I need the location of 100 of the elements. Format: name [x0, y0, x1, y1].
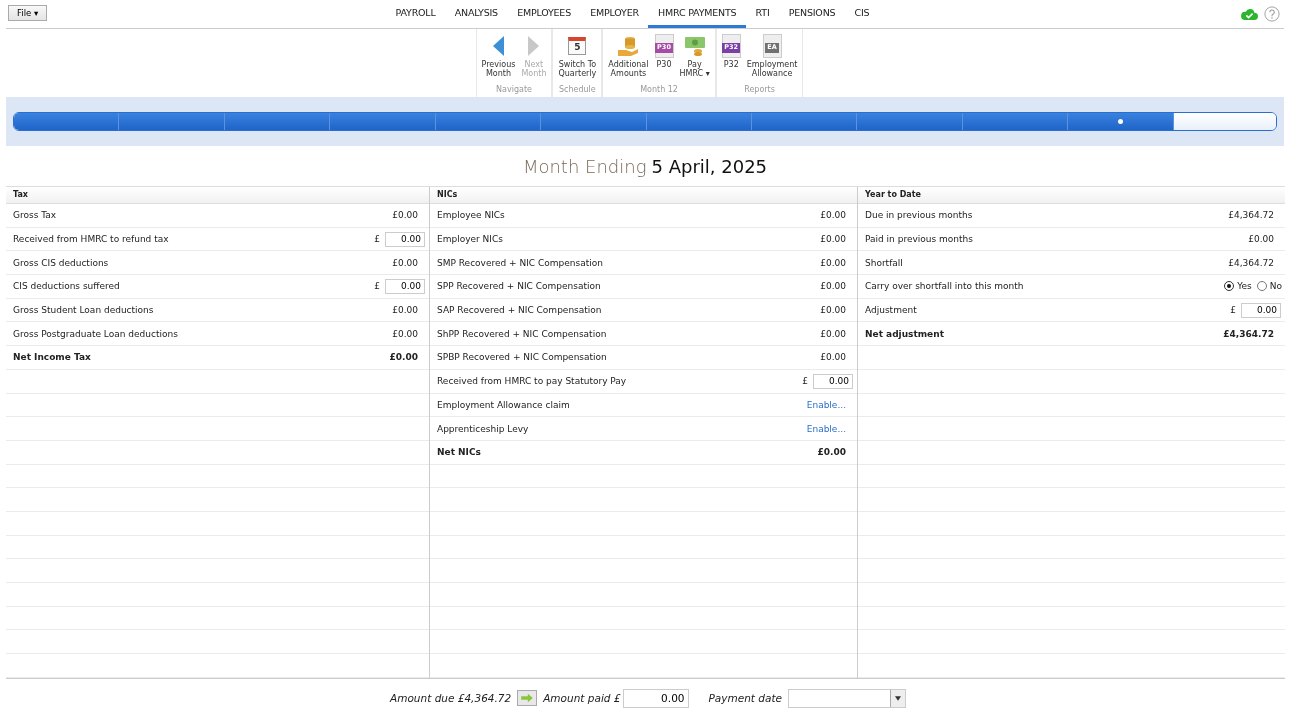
row-label: Carry over shortfall into this month	[865, 281, 1024, 292]
right-arrow-icon	[520, 693, 535, 704]
row-label: Net Income Tax	[13, 352, 91, 363]
ribbon-group-label: Reports	[743, 84, 776, 96]
help-icon[interactable]	[1264, 6, 1280, 22]
amount-input[interactable]: 0.00	[385, 278, 425, 294]
row-label: SMP Recovered + NIC Compensation	[437, 257, 603, 268]
row-value: £4,364.72	[1228, 257, 1274, 268]
row-value: £4,364.72	[1223, 328, 1274, 339]
row-label: Received from HMRC to refund tax	[13, 234, 169, 245]
radio-option[interactable]: Yes	[1224, 281, 1252, 292]
row-label: Adjustment	[865, 305, 917, 316]
currency-symbol: £	[374, 234, 380, 245]
row-value: £0.00	[820, 234, 846, 245]
nav-tab[interactable]: RTI	[746, 0, 780, 28]
ribbon-group-label: Month 12	[639, 84, 679, 96]
period-segment[interactable]	[330, 113, 436, 130]
row-label: Employee NICs	[437, 210, 505, 221]
amount-paid-input[interactable]: 0.00	[622, 688, 689, 708]
amount-input[interactable]: 0.00	[1241, 302, 1281, 318]
row-value: £0.00	[392, 328, 418, 339]
period-segment[interactable]	[646, 113, 752, 130]
radio-button[interactable]	[1256, 281, 1267, 292]
row-label: Employment Allowance claim	[437, 399, 570, 410]
period-segment[interactable]	[962, 113, 1069, 130]
nav-tab[interactable]: ANALYSIS	[445, 0, 508, 28]
banknote-coins-icon	[682, 34, 707, 58]
row-label: Gross CIS deductions	[13, 257, 109, 268]
period-segment[interactable]	[435, 113, 542, 130]
payment-date-label: Payment date	[708, 692, 782, 705]
ribbon-button[interactable]: 5 Switch To Quarterly	[555, 32, 600, 83]
period-segment[interactable]	[14, 113, 120, 130]
amount-input[interactable]: 0.00	[813, 373, 853, 389]
row-value: £0.00	[820, 281, 846, 292]
row-label: Due in previous months	[865, 210, 973, 221]
nav-tab[interactable]: CIS	[845, 0, 880, 28]
period-segment[interactable]	[119, 113, 225, 130]
row-label: Net NICs	[437, 447, 481, 458]
row-value: £0.00	[392, 210, 418, 221]
ribbon-group-label: Navigate	[495, 84, 533, 96]
row-value: £0.00	[820, 305, 846, 316]
row-label: Gross Postgraduate Loan deductions	[13, 328, 178, 339]
ribbon-button[interactable]: Previous Month	[478, 32, 519, 83]
period-segment[interactable]	[541, 113, 647, 130]
row-value: £0.00	[820, 257, 846, 268]
row-label: Employer NICs	[437, 234, 503, 245]
column-header: Tax	[6, 187, 429, 204]
row-value: £0.00	[820, 210, 846, 221]
ribbon-group-label: Schedule	[558, 84, 597, 96]
period-segment[interactable]	[857, 113, 963, 130]
nav-tab[interactable]: EMPLOYER	[580, 0, 649, 28]
row-label: Net adjustment	[865, 328, 944, 339]
column-header: NICs	[430, 187, 857, 204]
nav-tab[interactable]: PAYROLL	[386, 0, 446, 28]
copy-amount-button[interactable]	[517, 690, 538, 707]
row-label: Paid in previous months	[865, 234, 973, 245]
cloud-check-icon[interactable]	[1240, 7, 1258, 21]
currency-symbol: £	[1230, 305, 1236, 316]
right-arrow-icon	[528, 36, 540, 56]
coins-hand-icon	[616, 34, 641, 58]
row-value: £0.00	[817, 447, 846, 458]
amount-paid-label: Amount paid £	[543, 692, 621, 705]
calendar-icon: 5	[568, 37, 587, 55]
nav-tab[interactable]: EMPLOYEES	[507, 0, 581, 28]
row-label: SPBP Recovered + NIC Compensation	[437, 352, 607, 363]
row-value: £4,364.72	[1228, 210, 1274, 221]
period-segment[interactable]	[751, 113, 858, 130]
payment-date-dropdown[interactable]	[787, 688, 906, 708]
row-value: £0.00	[389, 352, 418, 363]
nav-tab[interactable]: PENSIONS	[779, 0, 845, 28]
row-label: Apprenticeship Levy	[437, 423, 529, 434]
row-value: £0.00	[392, 305, 418, 316]
currency-symbol: £	[802, 376, 808, 387]
row-label: Gross Student Loan deductions	[13, 305, 154, 316]
enable-link[interactable]: Enable...	[806, 423, 846, 434]
ribbon-button[interactable]: Additional Amounts	[605, 32, 652, 83]
row-label: Gross Tax	[13, 210, 57, 221]
period-segment[interactable]	[224, 113, 331, 130]
currency-symbol: £	[374, 281, 380, 292]
enable-link[interactable]: Enable...	[806, 399, 846, 410]
amount-input[interactable]: 0.00	[385, 231, 425, 247]
radio-button[interactable]	[1224, 281, 1235, 292]
file-menu-button[interactable]: File ▾	[8, 5, 48, 21]
row-label: SAP Recovered + NIC Compensation	[437, 305, 602, 316]
row-value: £0.00	[392, 257, 418, 268]
amount-due-text: Amount due £4,364.72	[390, 692, 512, 705]
row-label: CIS deductions suffered	[13, 281, 120, 292]
month-ending-title: Month Ending 5 April, 2025	[521, 154, 769, 179]
period-segment[interactable]	[1068, 113, 1174, 130]
row-label: Shortfall	[865, 257, 903, 268]
ribbon-button[interactable]: Pay HMRC ▾	[676, 32, 713, 83]
dropdown-caret-icon	[894, 695, 901, 701]
row-value: £0.00	[820, 352, 846, 363]
period-segment[interactable]	[1173, 113, 1276, 130]
row-label: Received from HMRC to pay Statutory Pay	[437, 376, 627, 387]
radio-option[interactable]: No	[1256, 281, 1282, 292]
nav-tab[interactable]: HMRC PAYMENTS	[648, 0, 746, 28]
column-header: Year to Date	[858, 187, 1285, 204]
row-label: SPP Recovered + NIC Compensation	[437, 281, 601, 292]
row-label: ShPP Recovered + NIC Compensation	[437, 328, 607, 339]
